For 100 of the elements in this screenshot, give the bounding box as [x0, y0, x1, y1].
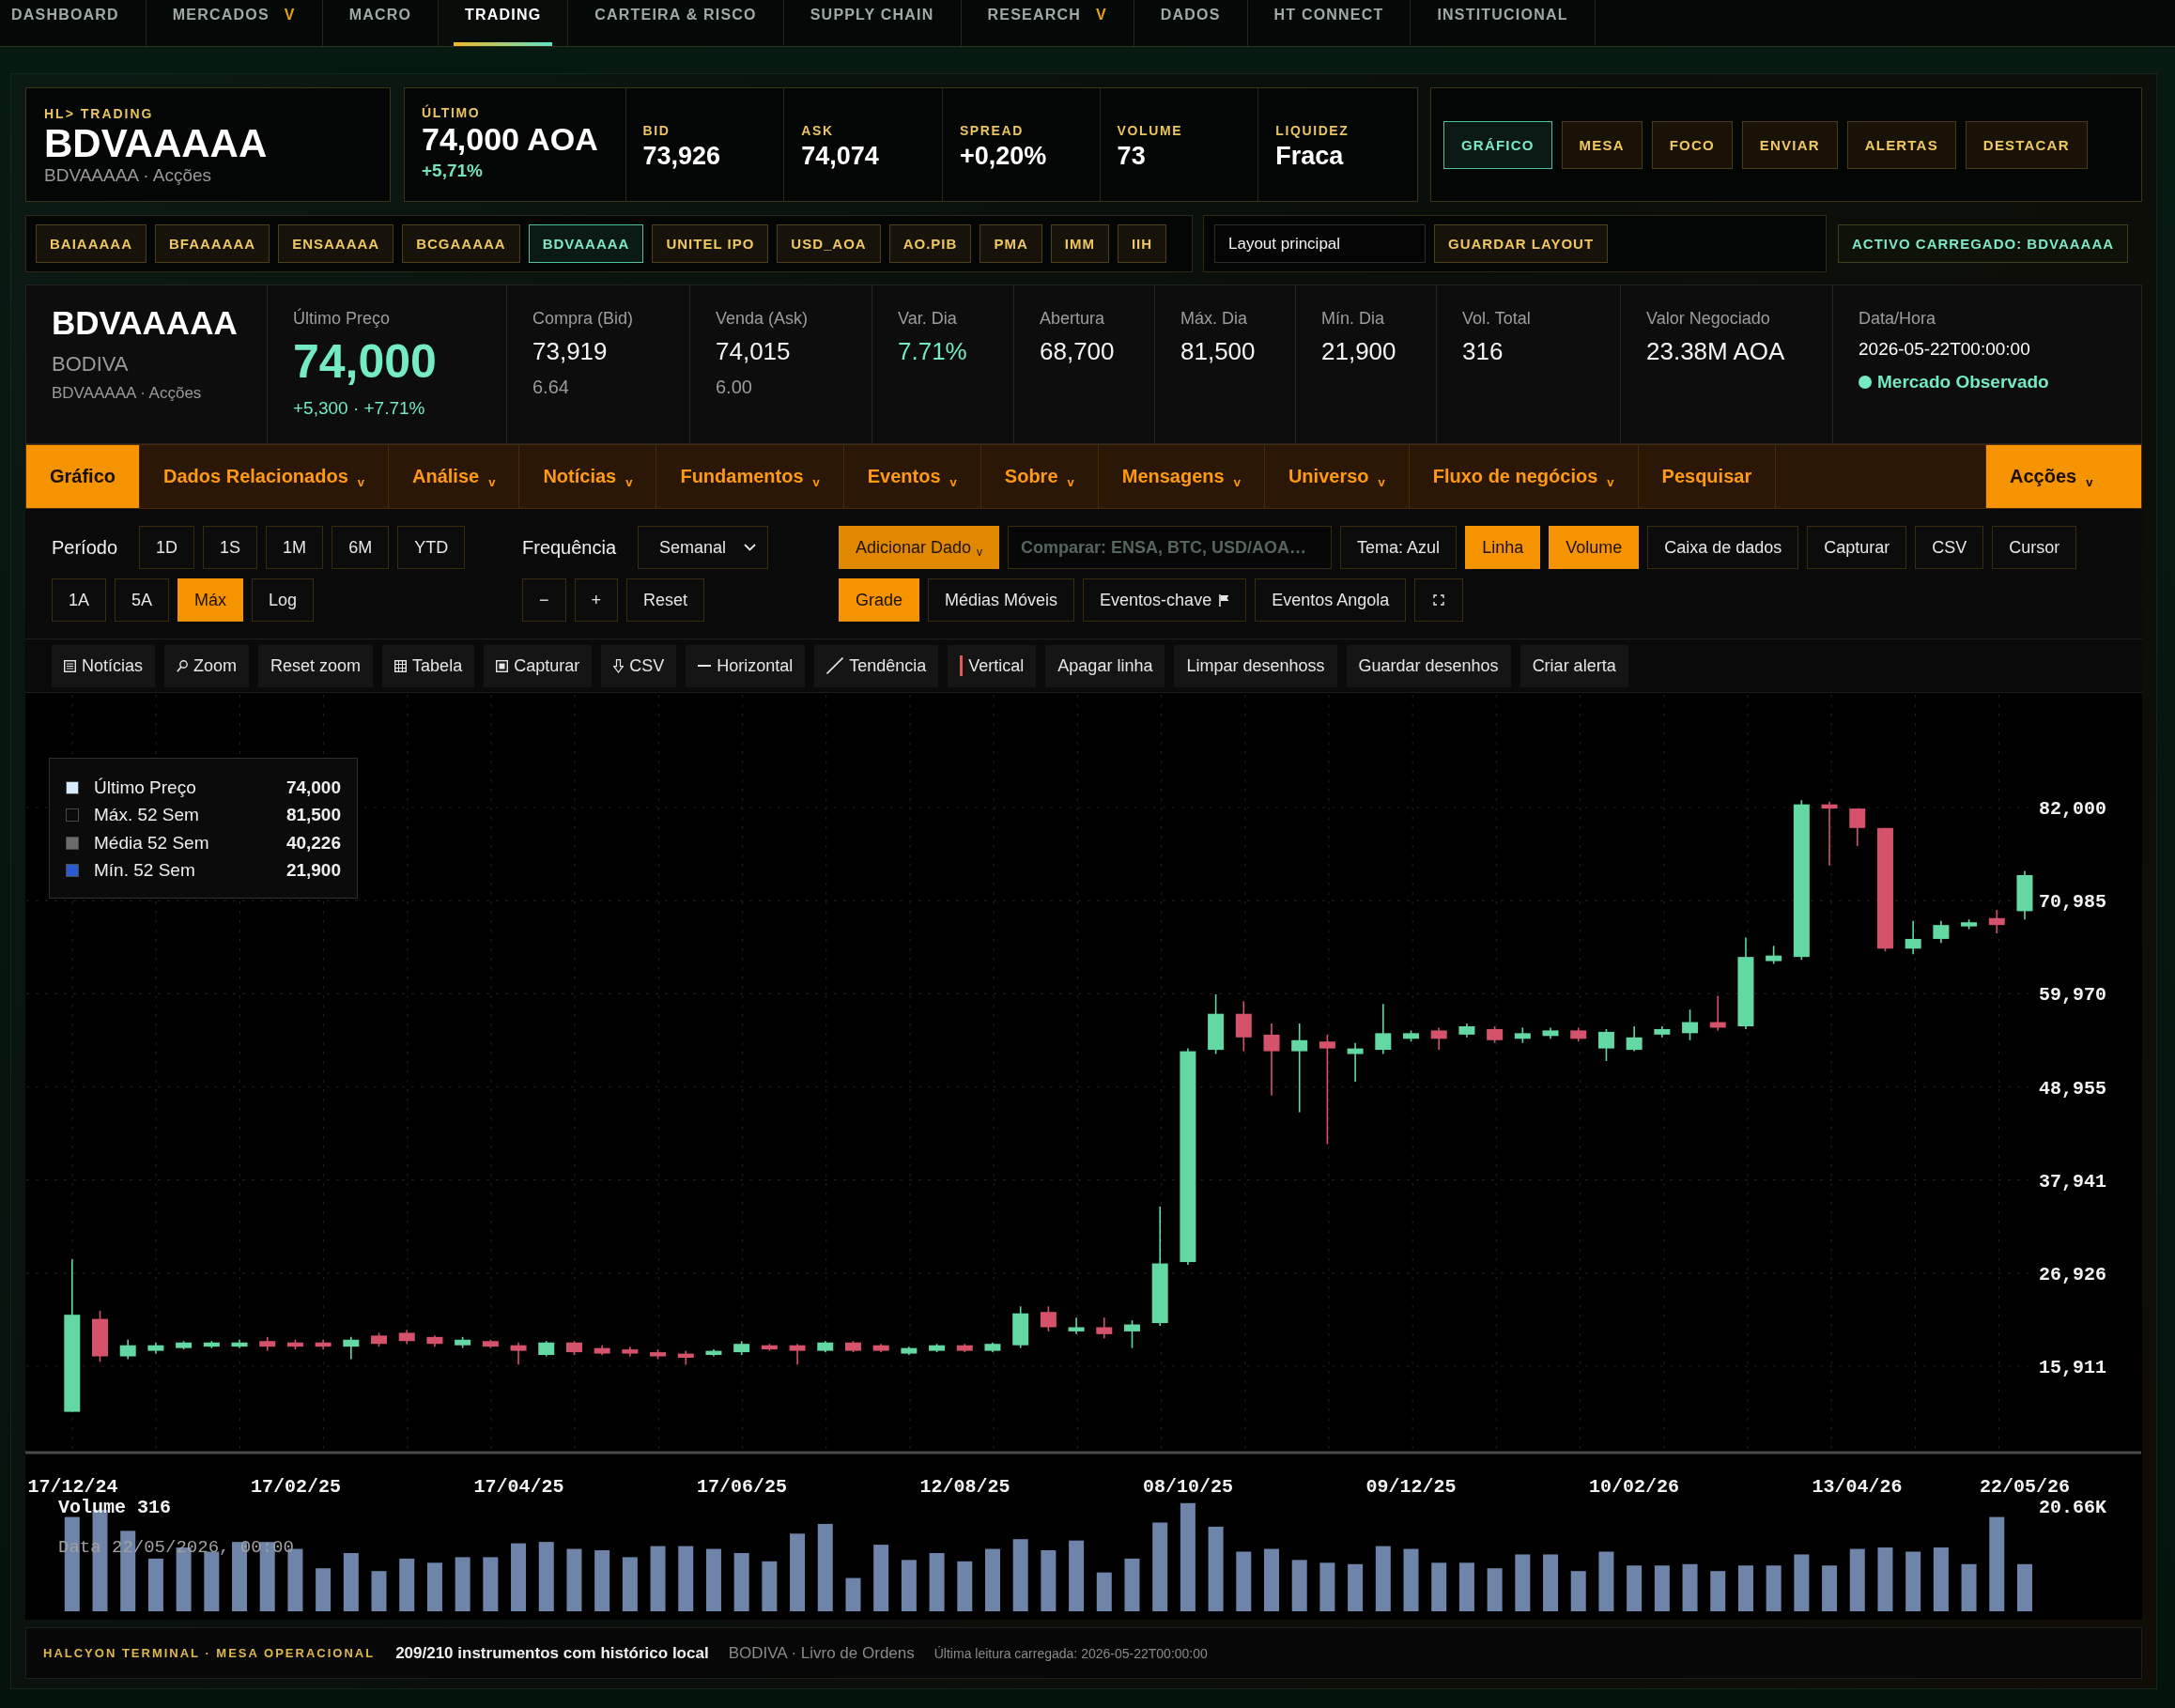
ticker-chip[interactable]: AO.PIB — [888, 224, 972, 263]
chart-option-button[interactable]: CSV — [1915, 526, 1984, 569]
nav-tab[interactable]: HT CONNECT — [1247, 0, 1411, 46]
period-button[interactable]: YTD — [397, 526, 466, 569]
chart-option-button[interactable]: Grade — [839, 578, 920, 622]
menu-tab[interactable]: Sobre v — [980, 445, 1099, 508]
period-button[interactable]: 1D — [139, 526, 195, 569]
ticker-chip[interactable]: BDVAAAAA — [528, 224, 644, 263]
nav-tab[interactable]: SUPPLY CHAIN — [783, 0, 962, 46]
view-button[interactable]: GRÁFICO — [1443, 120, 1552, 169]
tool-button[interactable]: CSV — [601, 644, 677, 687]
legend-label: Último Preço — [94, 777, 197, 798]
zoom-out-button[interactable]: − — [522, 578, 566, 622]
add-data-dropdown[interactable]: Adicionar Dado v — [839, 526, 1000, 569]
zoom-in-button[interactable]: + — [574, 578, 619, 622]
tool-button[interactable]: Vertical — [948, 644, 1037, 687]
chart-option-button[interactable]: Médias Móveis — [928, 578, 1075, 622]
layout-name-field[interactable]: Layout principal — [1214, 224, 1426, 263]
menu-tab[interactable]: Eventos v — [843, 445, 981, 508]
fullscreen-icon — [1433, 594, 1445, 606]
period-button[interactable]: 1A — [52, 578, 107, 622]
stat-label: Venda (Ask) — [716, 308, 810, 329]
menu-tab[interactable]: Fluxo de negócios v — [1409, 445, 1639, 508]
menu-tab[interactable]: Mensagens v — [1098, 445, 1265, 508]
chart-option-button[interactable]: Eventos-chave — [1083, 578, 1247, 622]
ticker-chip[interactable]: USD_AOA — [777, 224, 881, 263]
x-axis-label: 17/06/25 — [697, 1476, 787, 1498]
menu-tab[interactable]: Notícias v — [519, 445, 657, 508]
chart-option-button[interactable]: Volume — [1549, 526, 1640, 569]
view-button[interactable]: DESTACAR — [1965, 120, 2088, 169]
tool-button[interactable]: Notícias — [52, 644, 156, 687]
view-button[interactable]: MESA — [1561, 120, 1643, 169]
tool-button[interactable]: Apagar linha — [1045, 644, 1165, 687]
nav-tab[interactable]: DADOS — [1134, 0, 1248, 46]
price-change: +5,71% — [422, 160, 484, 182]
quote-label: ÚLTIMO — [422, 105, 482, 120]
period-button[interactable]: 1S — [203, 526, 258, 569]
quote-label: VOLUME — [1117, 123, 1184, 138]
frequency-select[interactable]: Semanal — [638, 526, 769, 569]
ticker-chip[interactable]: IMM — [1050, 224, 1109, 263]
chart-option-button[interactable]: Linha — [1465, 526, 1541, 569]
period-button[interactable]: 5A — [115, 578, 170, 622]
tool-button[interactable]: Reset zoom — [258, 644, 374, 687]
ticker-chip[interactable]: BFAAAAAA — [155, 224, 270, 263]
chart-option-button[interactable]: Capturar — [1807, 526, 1907, 569]
caret-icon: v — [488, 475, 496, 489]
period-button[interactable]: 1M — [266, 526, 324, 569]
quote-label: BID — [642, 123, 671, 138]
tool-button[interactable]: Tendência — [814, 644, 939, 687]
asset-class-dropdown[interactable]: Acções v — [1985, 445, 2141, 508]
caret-icon: V — [1095, 7, 1107, 23]
ticker-chip[interactable]: BAIAAAAA — [36, 224, 147, 263]
period-button[interactable]: Log — [252, 578, 315, 622]
period-button[interactable]: Máx — [177, 578, 244, 622]
tool-button[interactable]: Criar alerta — [1519, 644, 1628, 687]
view-button[interactable]: ALERTAS — [1846, 120, 1956, 169]
period-button[interactable]: 6M — [332, 526, 390, 569]
exchange-name: BODIVA — [52, 352, 130, 377]
tool-button[interactable]: Tabela — [382, 644, 475, 687]
nav-tab[interactable]: CARTEIRA & RISCO — [568, 0, 784, 46]
tool-button[interactable]: Capturar — [484, 644, 593, 687]
caret-icon: v — [949, 475, 957, 489]
reset-button[interactable]: Reset — [626, 578, 705, 622]
legend-value: 21,900 — [285, 860, 341, 882]
fullscreen-button[interactable] — [1414, 578, 1464, 622]
tool-button[interactable]: Zoom — [164, 644, 250, 687]
diagonal-line-icon — [826, 657, 844, 674]
ticker-chip[interactable]: PMA — [980, 224, 1042, 263]
view-button[interactable]: ENVIAR — [1741, 120, 1838, 169]
chart-option-button[interactable]: Cursor — [1992, 526, 2077, 569]
nav-tab[interactable]: DASHBOARD — [0, 0, 147, 46]
ticker-chip[interactable]: ENSAAAAA — [278, 224, 394, 263]
ticker-chip[interactable]: IIH — [1117, 224, 1167, 263]
caret-icon: v — [1233, 475, 1241, 489]
compare-field[interactable]: Comparar: ENSA, BTC, USD/AOA… — [1008, 526, 1333, 569]
nav-tab[interactable]: INSTITUCIONAL — [1411, 0, 1596, 46]
menu-tab[interactable]: Universo v — [1264, 445, 1410, 508]
menu-tab[interactable]: Gráfico — [26, 445, 141, 508]
chart-option-button[interactable]: Caixa de dados — [1647, 526, 1799, 569]
menu-tab[interactable]: Dados Relacionados v — [140, 445, 389, 508]
tool-button[interactable]: Limpar desenhoss — [1174, 644, 1337, 687]
tool-button[interactable]: Guardar desenhos — [1346, 644, 1511, 687]
section-eyebrow: HL> TRADING — [44, 106, 155, 121]
view-button[interactable]: FOCO — [1651, 120, 1733, 169]
nav-tab[interactable]: RESEARCH V — [961, 0, 1134, 46]
caret-icon: V — [284, 7, 296, 23]
menu-tab[interactable]: Pesquisar — [1638, 445, 1777, 508]
chart-option-button[interactable]: Eventos Angola — [1255, 578, 1407, 622]
tool-button[interactable]: Horizontal — [686, 644, 806, 687]
x-axis-label: 12/08/25 — [919, 1476, 1010, 1498]
ticker-chip[interactable]: BCGAAAAA — [402, 224, 520, 263]
ticker-chip[interactable]: UNITEL IPO — [652, 224, 769, 263]
menu-tab[interactable]: Fundamentos v — [656, 445, 844, 508]
nav-tab[interactable]: MERCADOS V — [146, 0, 323, 46]
quote-value: 73,926 — [642, 141, 722, 171]
x-axis-label: 17/04/25 — [473, 1476, 564, 1498]
y-axis-label: 37,941 — [2039, 1170, 2106, 1193]
save-layout-button[interactable]: GUARDAR LAYOUT — [1434, 224, 1609, 263]
menu-tab[interactable]: Análise v — [389, 445, 520, 508]
chart-option-button[interactable]: Tema: Azul — [1340, 526, 1458, 569]
